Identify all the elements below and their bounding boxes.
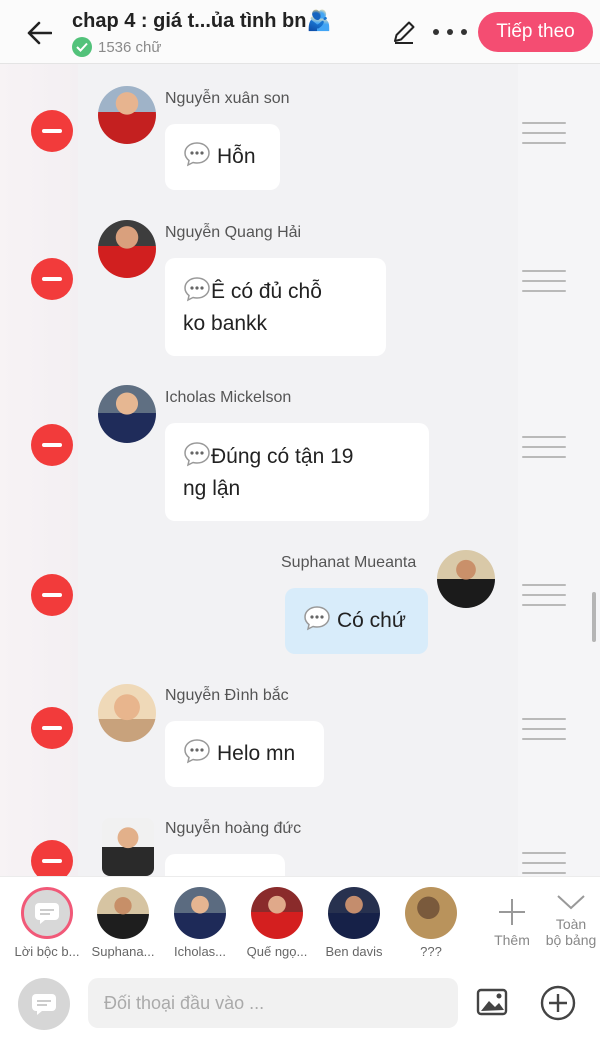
back-arrow-icon[interactable]: [22, 16, 56, 50]
speaker-name: Nguyễn Quang Hải: [165, 224, 302, 241]
remove-message-button[interactable]: [31, 424, 73, 466]
message-text: Hỗn: [217, 145, 256, 168]
word-count: 1536 chữ: [72, 37, 161, 57]
message-text-line: ng lận: [183, 477, 241, 500]
word-count-text: 1536 chữ: [98, 38, 162, 56]
avatar: [328, 887, 380, 939]
chat-row: Icholas Mickelson Đúng có tận 19 ng lận: [0, 366, 600, 531]
speaker-name: Icholas Mickelson: [165, 389, 292, 406]
message-text: Helo mn: [217, 742, 296, 765]
next-button[interactable]: Tiếp theo: [478, 12, 593, 52]
avatar[interactable]: [102, 818, 154, 876]
chat-row: Nguyễn xuân son Hỗn: [0, 64, 600, 199]
character-item[interactable]: Quế ngọ...: [241, 887, 313, 959]
add-character-label: Thêm: [494, 932, 530, 948]
chat-row: Nguyễn Đình bắc Helo mn: [0, 673, 600, 803]
avatar: [174, 887, 226, 939]
drag-handle-icon[interactable]: [522, 436, 566, 458]
speaker-name: Nguyễn xuân son: [165, 90, 290, 107]
avatar[interactable]: [98, 684, 156, 742]
speaker-name: Nguyễn Đình bắc: [165, 687, 289, 704]
check-icon: [72, 37, 92, 57]
narration-toggle-icon[interactable]: [18, 978, 70, 1030]
message-bubble[interactable]: Hỗn: [165, 124, 280, 190]
message-bubble[interactable]: Đúng có tận 19 ng lận: [165, 423, 429, 521]
drag-handle-icon[interactable]: [522, 718, 566, 740]
avatar: [405, 887, 457, 939]
all-characters-label-1: Toàn: [555, 916, 587, 932]
speech-bubble-icon: [184, 142, 210, 167]
message-text-line: ko bankk: [183, 312, 268, 335]
remove-message-button[interactable]: [31, 574, 73, 616]
speech-bubble-icon: [184, 442, 210, 467]
speaker-name: Nguyễn hoàng đức: [165, 820, 302, 837]
speech-bubble-icon: [184, 739, 210, 764]
character-narration[interactable]: Lời bộc b...: [11, 887, 83, 959]
character-item[interactable]: ???: [395, 887, 467, 959]
plus-icon: [499, 899, 525, 925]
chat-row: Nguyễn Quang Hải Ê có đủ chỗ ko bankk: [0, 200, 600, 365]
remove-message-button[interactable]: [31, 840, 73, 876]
remove-message-button[interactable]: [31, 258, 73, 300]
dialogue-input[interactable]: Đối thoại đầu vào ...: [88, 978, 458, 1028]
character-label: Lời bộc b...: [14, 944, 80, 959]
message-bubble[interactable]: Có chứ: [285, 588, 428, 654]
remove-message-button[interactable]: [31, 110, 73, 152]
character-label: Ben davis: [325, 944, 383, 959]
character-label: Icholas...: [173, 944, 227, 959]
more-options-icon[interactable]: [433, 20, 467, 44]
message-text: Có chứ: [337, 609, 406, 632]
add-icon[interactable]: [540, 985, 576, 1021]
top-bar: chap 4 : giá t...ủa tình bn🫂 1536 chữ Ti…: [0, 0, 600, 64]
pencil-icon[interactable]: [390, 18, 418, 46]
character-item[interactable]: Ben davis: [318, 887, 390, 959]
drag-handle-icon[interactable]: [522, 852, 566, 874]
chevron-down-icon: [557, 895, 585, 910]
chat-row: Suphanat Mueanta Có chứ: [0, 532, 600, 672]
drag-handle-icon[interactable]: [522, 270, 566, 292]
speaker-name: Suphanat Mueanta: [281, 554, 417, 571]
all-characters-button[interactable]: Toàn bộ bảng: [540, 893, 600, 948]
avatar[interactable]: [98, 220, 156, 278]
character-label: ???: [420, 944, 442, 959]
drag-handle-icon[interactable]: [522, 122, 566, 144]
add-character-button[interactable]: Thêm: [490, 897, 534, 948]
all-characters-label-2: bộ bảng: [545, 932, 597, 948]
speech-bubble-icon: [184, 277, 210, 302]
drag-handle-icon[interactable]: [522, 584, 566, 606]
avatar[interactable]: [98, 86, 156, 144]
message-bubble[interactable]: Helo mn: [165, 721, 324, 787]
scrollbar[interactable]: [592, 592, 596, 642]
remove-message-button[interactable]: [31, 707, 73, 749]
chapter-title: chap 4 : giá t...ủa tình bn🫂: [72, 10, 332, 32]
narration-icon: [21, 887, 73, 939]
character-item[interactable]: Icholas...: [164, 887, 236, 959]
speech-bubble-icon: [304, 606, 330, 631]
avatar[interactable]: [98, 385, 156, 443]
message-bubble[interactable]: [165, 854, 285, 876]
message-text-line: Ê có đủ chỗ: [211, 280, 322, 303]
input-bar: Đối thoại đầu vào ...: [0, 968, 600, 1038]
message-bubble[interactable]: Ê có đủ chỗ ko bankk: [165, 258, 386, 356]
character-label: Quế ngọ...: [246, 944, 308, 959]
character-item[interactable]: Suphana...: [87, 887, 159, 959]
avatar[interactable]: [437, 550, 495, 608]
character-label: Suphana...: [91, 944, 155, 959]
character-bar: Lời bộc b... Suphana... Icholas... Quế n…: [0, 876, 600, 968]
avatar: [97, 887, 149, 939]
image-icon[interactable]: [476, 988, 508, 1016]
message-text-line: Đúng có tận 19: [211, 445, 354, 468]
avatar: [251, 887, 303, 939]
chat-row: Nguyễn hoàng đức: [0, 804, 600, 876]
